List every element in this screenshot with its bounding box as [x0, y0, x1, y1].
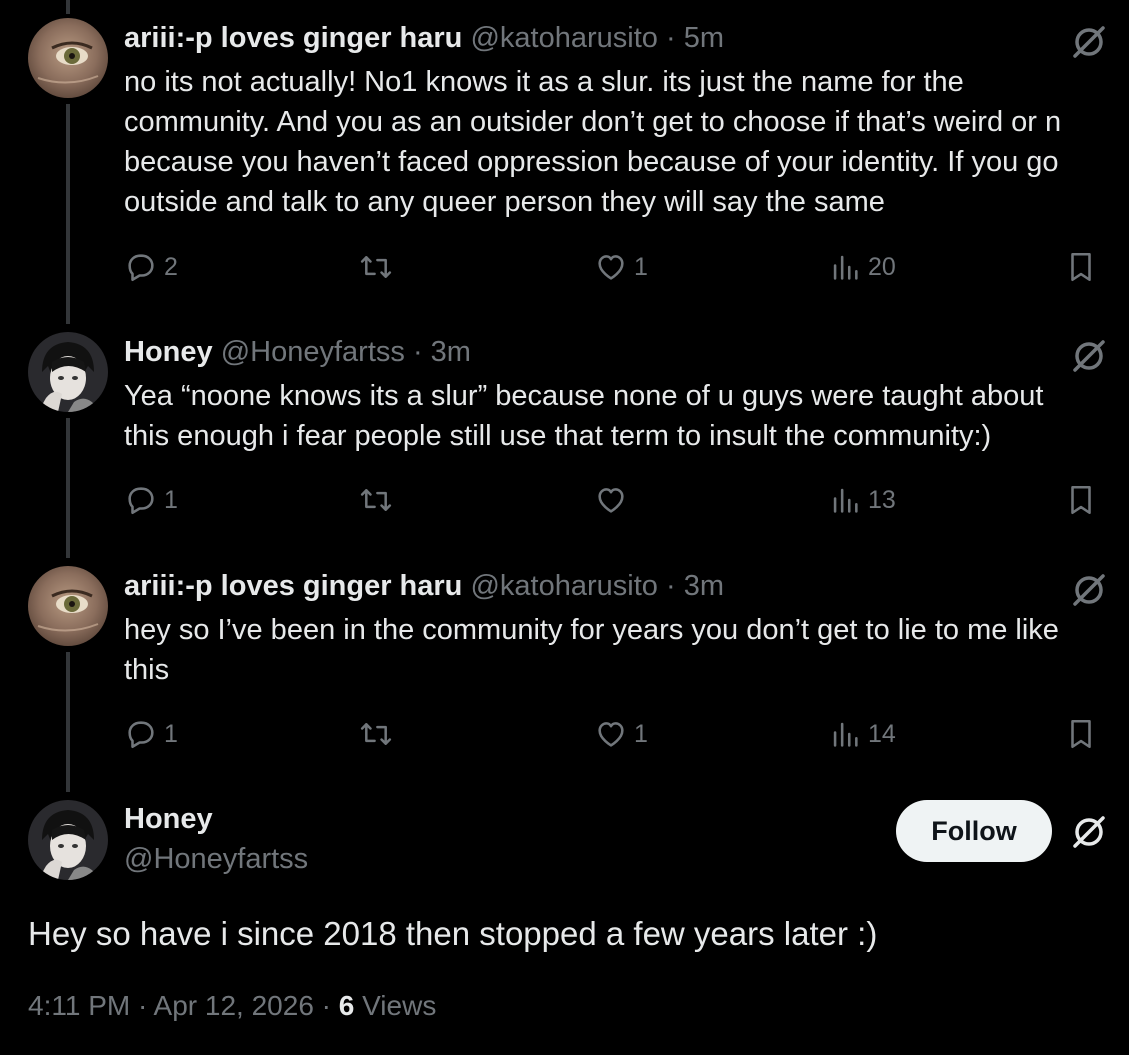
tweet-time[interactable]: 3m — [431, 336, 471, 368]
bookmark-icon — [1071, 719, 1091, 749]
reply-button[interactable]: 1 — [124, 480, 178, 520]
separator: · — [137, 990, 148, 1021]
tweet-header: ariii:-p loves ginger haru @katoharusito… — [124, 568, 724, 604]
views-label: Views — [362, 990, 437, 1021]
user-handle[interactable]: @Honeyfartss — [124, 840, 308, 878]
tweet-text: no its not actually! No1 knows it as a s… — [124, 62, 1061, 222]
views-button[interactable]: 13 — [828, 480, 896, 520]
bar-chart-icon — [833, 255, 858, 280]
conversation-thread: ariii:-p loves ginger haru @katoharusito… — [0, 0, 1129, 1055]
reply-button[interactable]: 1 — [124, 714, 178, 754]
separator: · — [665, 22, 676, 54]
retweet-icon — [360, 256, 392, 278]
reply-bubble-icon — [128, 721, 154, 749]
heart-icon — [598, 722, 624, 747]
tweet-text: Yea “noone knows its a slur” because non… — [124, 376, 1043, 456]
tweet-text-line: this — [124, 654, 170, 686]
user-handle[interactable]: @Honeyfartss — [221, 336, 405, 368]
like-count: 1 — [634, 252, 648, 281]
grok-icon[interactable] — [1069, 570, 1109, 610]
avatar[interactable] — [28, 332, 108, 412]
bookmark-icon — [1071, 252, 1091, 282]
tweet-text-line: hey so I’ve been in the community for ye… — [124, 614, 1059, 646]
tweet-date[interactable]: Apr 12, 2026 — [154, 990, 314, 1021]
retweet-button[interactable] — [358, 480, 394, 520]
grok-icon[interactable] — [1069, 812, 1109, 852]
grok-icon[interactable] — [1069, 336, 1109, 376]
reply-count: 1 — [164, 485, 178, 514]
action-bar: 2 1 20 — [124, 247, 1104, 287]
reply-bubble-icon — [128, 487, 154, 515]
bar-chart-icon — [833, 488, 858, 513]
tweet-text-line: community. And you as an outsider don’t … — [124, 106, 1062, 138]
display-name[interactable]: ariii:-p loves ginger haru — [124, 22, 462, 54]
views-count: 6 — [338, 990, 355, 1021]
bar-chart-icon — [833, 722, 858, 747]
reply-tweet[interactable]: ariii:-p loves ginger haru @katoharusito… — [0, 566, 1129, 786]
tweet-text-line: this enough i fear people still use that… — [124, 420, 992, 452]
user-handle[interactable]: @katoharusito — [470, 22, 657, 54]
display-name[interactable]: Honey — [124, 336, 213, 368]
tweet-text: Hey so have i since 2018 then stopped a … — [28, 915, 878, 952]
tweet-time[interactable]: 4:11 PM — [28, 990, 130, 1021]
tweet-timestamp: 4:11 PM · Apr 12, 2026 · 6 Views — [28, 990, 436, 1022]
reply-count: 2 — [164, 252, 178, 281]
retweet-icon — [360, 489, 392, 511]
tweet-text: hey so I’ve been in the community for ye… — [124, 610, 1059, 690]
reply-tweet[interactable]: Honey @Honeyfartss · 3m Yea “noone knows… — [0, 332, 1129, 552]
avatar[interactable] — [28, 566, 108, 646]
bookmark-button[interactable] — [1064, 247, 1098, 287]
bookmark-icon — [1071, 485, 1091, 515]
separator: · — [321, 990, 331, 1021]
tweet-text-line: Yea “noone knows its a slur” because non… — [124, 380, 1044, 412]
heart-icon — [598, 488, 624, 513]
tweet-header: Honey @Honeyfartss · 3m — [124, 334, 471, 370]
avatar[interactable] — [28, 800, 108, 880]
reply-count: 1 — [164, 719, 178, 748]
view-count: 14 — [868, 719, 896, 748]
views-button[interactable]: 14 — [828, 714, 896, 754]
tweet-text-line: no its not actually! No1 knows it as a s… — [124, 66, 964, 98]
tweet-text-line: outside and talk to any queer person the… — [124, 186, 885, 218]
thread-line — [66, 0, 70, 14]
like-button[interactable]: 1 — [594, 714, 648, 754]
user-handle[interactable]: @katoharusito — [470, 570, 657, 602]
follow-button[interactable]: Follow — [896, 800, 1052, 862]
grok-icon[interactable] — [1069, 22, 1109, 62]
like-count: 1 — [634, 719, 648, 748]
bookmark-button[interactable] — [1064, 480, 1098, 520]
views-button[interactable]: 20 — [828, 247, 896, 287]
action-bar: 1 13 — [124, 480, 1104, 520]
reply-tweet[interactable]: ariii:-p loves ginger haru @katoharusito… — [0, 18, 1129, 318]
reply-button[interactable]: 2 — [124, 247, 178, 287]
like-button[interactable]: 1 — [594, 247, 648, 287]
display-name[interactable]: Honey — [124, 800, 213, 838]
separator: · — [665, 570, 676, 602]
view-count: 20 — [868, 252, 896, 281]
tweet-time[interactable]: 5m — [684, 22, 724, 54]
action-bar: 1 1 14 — [124, 714, 1104, 754]
avatar[interactable] — [28, 18, 108, 98]
main-tweet: Honey @Honeyfartss Follow Hey so have i … — [0, 800, 1129, 1050]
view-count: 13 — [868, 485, 896, 514]
separator: · — [412, 336, 423, 368]
retweet-button[interactable] — [358, 714, 394, 754]
reply-bubble-icon — [128, 254, 154, 282]
retweet-icon — [360, 723, 392, 745]
tweet-time[interactable]: 3m — [684, 570, 724, 602]
display-name[interactable]: ariii:-p loves ginger haru — [124, 570, 462, 602]
bookmark-button[interactable] — [1064, 714, 1098, 754]
like-button[interactable] — [594, 480, 628, 520]
tweet-header: ariii:-p loves ginger haru @katoharusito… — [124, 20, 724, 56]
heart-icon — [598, 255, 624, 280]
retweet-button[interactable] — [358, 247, 394, 287]
tweet-text-line: because you haven’t faced oppression bec… — [124, 146, 1059, 178]
